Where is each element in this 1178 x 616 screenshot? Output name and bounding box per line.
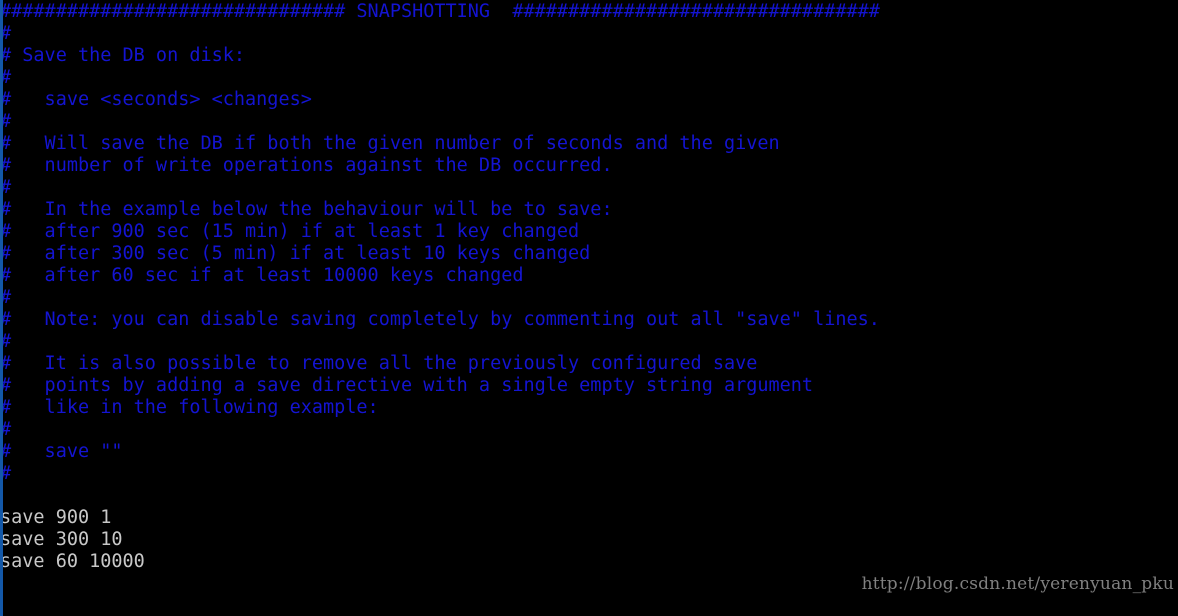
code-line: # after 60 sec if at least 10000 keys ch… (0, 265, 524, 286)
code-line: # (0, 67, 12, 88)
code-line: # It is also possible to remove all the … (0, 353, 758, 374)
code-line: # after 900 sec (15 min) if at least 1 k… (0, 221, 580, 242)
code-line: # Will save the DB if both the given num… (0, 133, 780, 154)
code-line: # Note: you can disable saving completel… (0, 309, 880, 330)
watermark-url: http://blog.csdn.net/yerenyuan_pku (861, 574, 1174, 594)
code-line: # points by adding a save directive with… (0, 375, 814, 396)
code-line: # In the example below the behaviour wil… (0, 199, 613, 220)
code-line: # save <seconds> <changes> (0, 89, 312, 110)
code-line: # (0, 111, 12, 132)
code-line: save 900 1 (0, 507, 112, 528)
code-line: # after 300 sec (5 min) if at least 10 k… (0, 243, 591, 264)
code-line: # save "" (0, 441, 123, 462)
terminal-left-edge-strip (0, 0, 3, 616)
terminal-window[interactable]: ############################### SNAPSHOT… (0, 0, 1178, 616)
code-line: # like in the following example: (0, 397, 379, 418)
code-line: # (0, 287, 12, 308)
code-line: # Save the DB on disk: (0, 45, 246, 66)
code-line: # (0, 177, 12, 198)
code-line: save 300 10 (0, 529, 123, 550)
code-line: # (0, 23, 12, 44)
code-line: # (0, 331, 12, 352)
code-line: ############################### SNAPSHOT… (0, 1, 880, 22)
code-line: # number of write operations against the… (0, 155, 613, 176)
code-line: # (0, 463, 12, 484)
code-line: # (0, 419, 12, 440)
code-line: save 60 10000 (0, 551, 145, 572)
config-file-text-area[interactable]: ############################### SNAPSHOT… (0, 0, 1178, 616)
